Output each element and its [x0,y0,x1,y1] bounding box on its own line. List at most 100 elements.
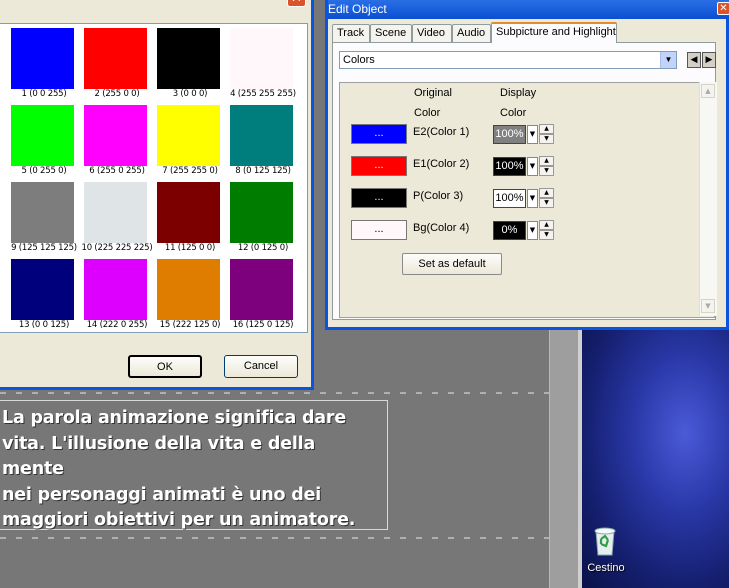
color-swatch[interactable] [11,28,74,89]
color-swatch[interactable] [230,105,293,166]
swatch-label: 4 (255 255 255) [230,89,296,99]
recycle-bin-label[interactable]: Cestino [584,562,628,574]
color-row-label: P(Color 3) [413,190,464,202]
color-swatch-cell[interactable]: 10 (225 225 225) [77,179,153,256]
swatch-label: 6 (255 0 255) [89,166,145,176]
chevron-down-icon[interactable]: ▼ [527,189,538,208]
color-swatch[interactable] [230,28,293,89]
color-swatch[interactable] [84,28,147,89]
swatch-label: 14 (222 0 255) [86,320,148,330]
tab-video[interactable]: Video [412,24,452,42]
vertical-scrollbar[interactable]: ▲ ▼ [699,82,717,316]
scanline-divider [0,392,549,394]
display-opacity-field[interactable]: 100% [493,189,526,208]
spin-down-icon[interactable]: ▼ [539,166,554,176]
display-opacity-field[interactable]: 0% [493,221,526,240]
spin-up-icon[interactable]: ▲ [539,156,554,166]
next-arrow-icon[interactable]: ▶ [702,52,716,68]
color-swatch-cell[interactable]: 2 (255 0 0) [77,25,150,102]
color-swatch-cell[interactable]: 15 (222 125 0) [150,256,223,333]
swatch-label: 13 (0 0 125) [18,320,70,330]
color-row-label: E1(Color 2) [413,158,470,170]
color-swatch-cell[interactable]: 6 (255 0 255) [77,102,150,179]
opacity-spinner[interactable]: ▲ ▼ [539,220,554,241]
previous-arrow-icon[interactable]: ◀ [687,52,701,68]
chevron-down-icon[interactable]: ▼ [527,125,538,144]
color-swatch[interactable] [230,259,293,320]
spin-up-icon[interactable]: ▲ [539,188,554,198]
close-icon[interactable]: ✕ [717,2,729,15]
tab-subpicture-and-highlight[interactable]: Subpicture and Highlight [491,22,617,43]
color-swatch-cell[interactable]: 5 (0 255 0) [4,102,77,179]
color-swatch-cell[interactable]: 1 (0 0 255) [4,25,77,102]
color-swatch-cell[interactable]: 11 (125 0 0) [150,179,223,256]
spin-up-icon[interactable]: ▲ [539,220,554,230]
category-select-value: Colors [343,54,375,66]
color-swatch[interactable] [157,259,220,320]
category-select[interactable]: Colors ▼ [339,51,677,69]
swatch-grid: 1 (0 0 255) 2 (255 0 0) 3 (0 0 0) 4 (255 25… [0,23,308,333]
color-swatch[interactable] [157,105,220,166]
display-header: Display [500,87,537,99]
swatch-label: 12 (0 125 0) [237,243,289,253]
display-color-header: Color [500,107,527,119]
original-color-button[interactable]: ... [351,188,407,208]
swatch-label: 5 (0 255 0) [21,166,67,176]
spin-up-icon[interactable]: ▲ [539,124,554,134]
color-swatch[interactable] [84,259,147,320]
original-color-button[interactable]: ... [351,124,407,144]
color-swatch-cell[interactable]: 9 (125 125 125) [4,179,77,256]
opacity-spinner[interactable]: ▲ ▼ [539,156,554,177]
swatch-label: 2 (255 0 0) [94,89,140,99]
color-swatch[interactable] [84,182,147,243]
spin-down-icon[interactable]: ▼ [539,198,554,208]
swatch-label: 10 (225 225 225) [81,243,153,253]
color-swatch[interactable] [230,182,293,243]
color-swatch-cell[interactable]: 16 (125 0 125) [223,256,296,333]
close-icon[interactable]: ✕ [287,0,306,7]
spin-down-icon[interactable]: ▼ [539,134,554,144]
color-swatch[interactable] [157,182,220,243]
chevron-down-icon[interactable]: ▼ [527,157,538,176]
display-opacity-field[interactable]: 100% [493,157,526,176]
color-swatch[interactable] [157,28,220,89]
color-palette-dialog: ✕ 1 (0 0 255) 2 (255 0 0) 3 (0 0 0) 4 (255 … [0,0,314,390]
color-swatch-cell[interactable]: 7 (255 255 0) [150,102,223,179]
title-bar[interactable]: Edit Object ✕ [328,0,729,19]
opacity-spinner[interactable]: ▲ ▼ [539,188,554,209]
chevron-down-icon[interactable]: ▼ [660,52,676,68]
color-swatch[interactable] [84,105,147,166]
color-swatch-cell[interactable]: 8 (0 125 125) [223,102,296,179]
color-row-label: Bg(Color 4) [413,222,470,234]
color-swatch-cell[interactable]: 13 (0 0 125) [4,256,77,333]
tab-audio[interactable]: Audio [452,24,491,42]
scroll-up-icon[interactable]: ▲ [701,84,715,98]
swatch-label: 1 (0 0 255) [21,89,67,99]
original-color-button[interactable]: ... [351,156,407,176]
caption-text: La parola animazione significa dare vita… [2,408,356,530]
original-color-button[interactable]: ... [351,220,407,240]
swatch-label: 7 (255 255 0) [162,166,218,176]
color-swatch-cell[interactable]: 14 (222 0 255) [77,256,150,333]
swatch-label: 16 (125 0 125) [232,320,294,330]
color-swatch-cell[interactable]: 3 (0 0 0) [150,25,223,102]
opacity-spinner[interactable]: ▲ ▼ [539,124,554,145]
tab-scene[interactable]: Scene [370,24,412,42]
original-color-header: Color [414,107,441,119]
cancel-button[interactable]: Cancel [224,355,298,378]
spin-down-icon[interactable]: ▼ [539,230,554,240]
color-swatch-cell[interactable]: 4 (255 255 255) [223,25,296,102]
recycle-bin-icon[interactable] [590,525,620,557]
swatch-label: 8 (0 125 125) [235,166,291,176]
color-swatch-cell[interactable]: 12 (0 125 0) [223,179,296,256]
scroll-down-icon[interactable]: ▼ [701,299,715,313]
ok-button[interactable]: OK [128,355,202,378]
color-swatch[interactable] [11,105,74,166]
set-as-default-button[interactable]: Set as default [402,253,502,275]
swatch-label: 11 (125 0 0) [164,243,216,253]
chevron-down-icon[interactable]: ▼ [527,221,538,240]
color-swatch[interactable] [11,182,74,243]
color-swatch[interactable] [11,259,74,320]
tab-track[interactable]: Track [332,24,370,42]
display-opacity-field[interactable]: 100% [493,125,526,144]
